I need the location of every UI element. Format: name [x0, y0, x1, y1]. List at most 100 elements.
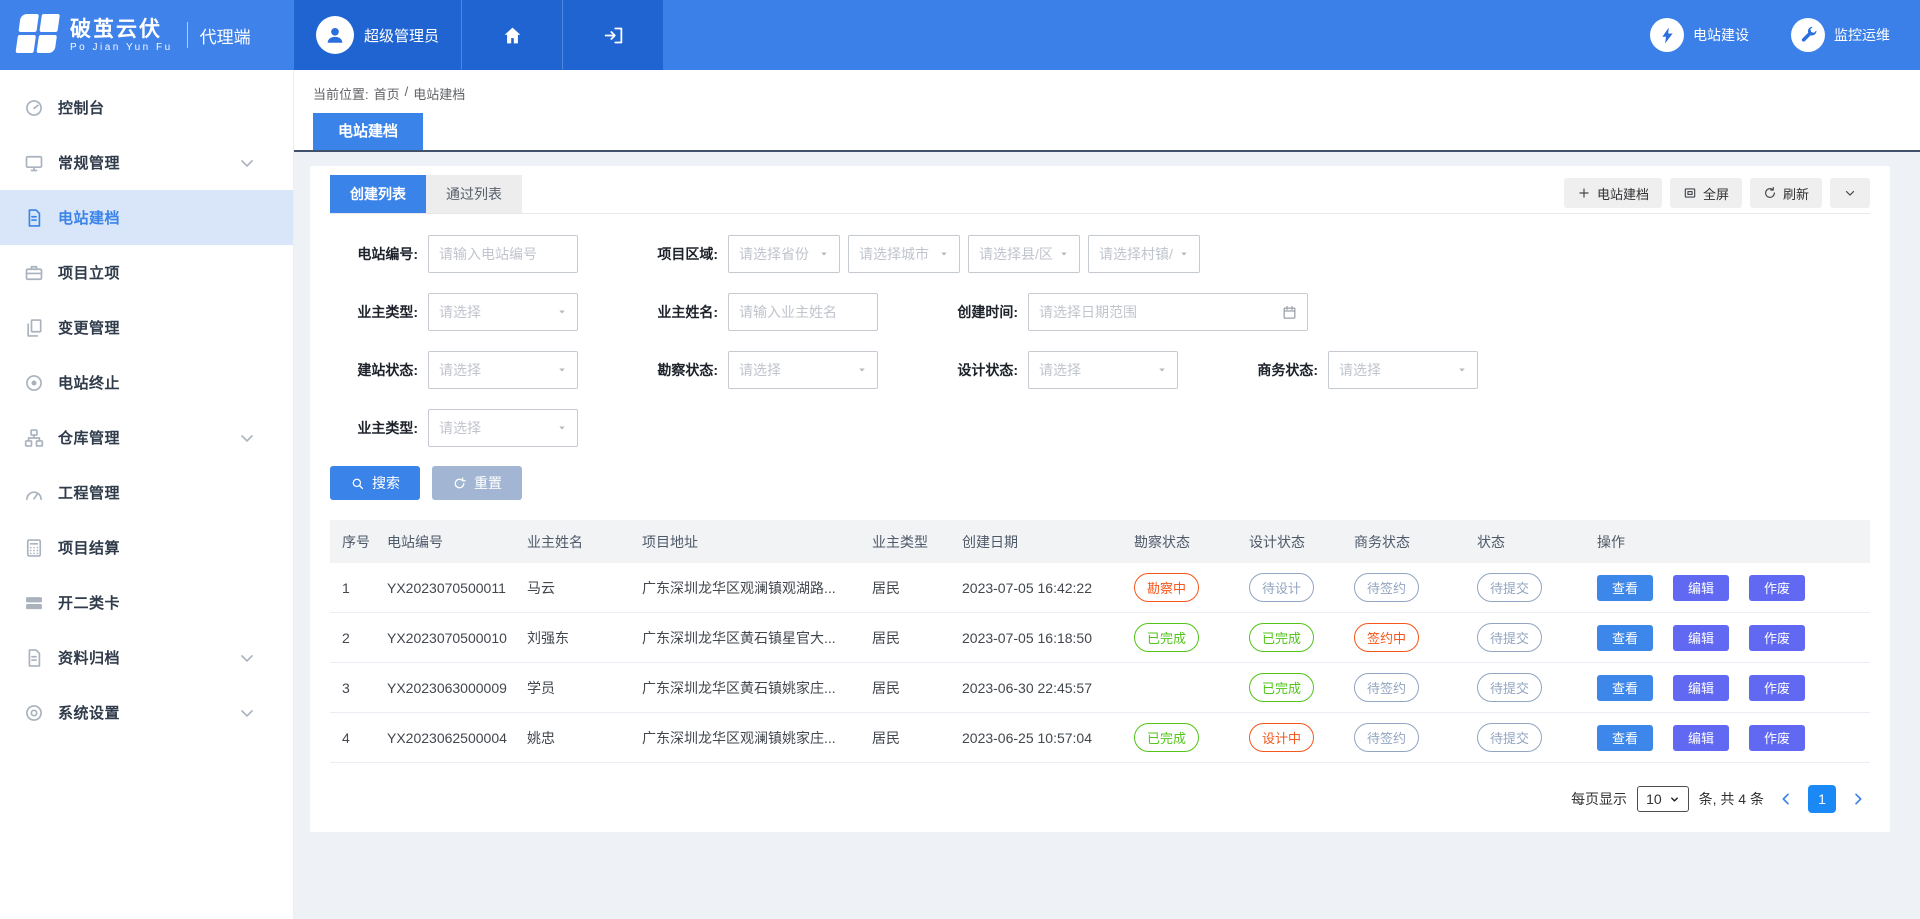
quick-link-monitor-ops[interactable]: 监控运维: [1791, 18, 1890, 52]
caret-down-icon: [1179, 249, 1189, 259]
edit-button[interactable]: 编辑: [1673, 625, 1729, 651]
caret-down-icon: [557, 307, 567, 317]
view-button[interactable]: 查看: [1597, 675, 1653, 701]
calendar-icon: [1282, 305, 1297, 320]
view-button[interactable]: 查看: [1597, 575, 1653, 601]
sidebar-item-settlement[interactable]: 项目结算: [0, 520, 293, 575]
business-status-pill: 待签约: [1354, 673, 1419, 702]
create-time-date-input[interactable]: 请选择日期范围: [1028, 293, 1308, 331]
sidebar-item-system-settings[interactable]: 系统设置: [0, 685, 293, 740]
reset-button[interactable]: 重置: [432, 466, 522, 500]
owner-name-cell: 刘强东: [515, 613, 630, 663]
table-header-row: 序号电站编号业主姓名项目地址业主类型创建日期勘察状态设计状态商务状态状态操作: [330, 520, 1870, 563]
survey-status-pill: 已完成: [1134, 623, 1199, 652]
created-date-cell: 2023-07-05 16:42:22: [950, 563, 1122, 613]
void-button[interactable]: 作废: [1749, 675, 1805, 701]
row-index-cell: 1: [330, 563, 375, 613]
view-button[interactable]: 查看: [1597, 625, 1653, 651]
survey-status-cell: [1122, 663, 1237, 713]
project-area-2-select[interactable]: 请选择县/区: [968, 235, 1080, 273]
sidebar-item-general[interactable]: 常规管理: [0, 135, 293, 190]
project-area-0-select[interactable]: 请选择省份: [728, 235, 840, 273]
design-status-pill: 设计中: [1249, 723, 1314, 752]
home-button[interactable]: [461, 0, 562, 70]
project-area-1-select[interactable]: 请选择城市: [848, 235, 960, 273]
station-no-input[interactable]: [428, 235, 578, 273]
breadcrumb-home-link[interactable]: 首页: [374, 84, 400, 103]
sidebar-item-station-file[interactable]: 电站建档: [0, 190, 293, 245]
more-button[interactable]: [1830, 178, 1870, 208]
design-status-cell: 待设计: [1237, 563, 1342, 613]
wrench-circle: [1791, 18, 1825, 52]
design-status-select[interactable]: 请选择: [1028, 351, 1178, 389]
breadcrumb: 当前位置: 首页 / 电站建档: [313, 84, 465, 103]
copy-icon: [24, 318, 44, 338]
gauge-icon: [24, 483, 44, 503]
actions-cell: 查看编辑作废: [1585, 713, 1870, 763]
sidebar-item-project-setup[interactable]: 项目立项: [0, 245, 293, 300]
filter-row: 电站编号: 项目区域:请选择省份请选择城市请选择县/区请选择村镇/街道: [330, 235, 1870, 273]
station-table: 序号电站编号业主姓名项目地址业主类型创建日期勘察状态设计状态商务状态状态操作 1…: [330, 520, 1870, 763]
column-header: 电站编号: [375, 520, 515, 563]
page-number[interactable]: 1: [1808, 785, 1836, 813]
brand-title: 破茧云伏: [70, 18, 173, 42]
add-station-button[interactable]: 电站建档: [1564, 178, 1662, 208]
filter-group-create-time: 创建时间:请选择日期范围: [930, 293, 1308, 331]
quick-link-station-build[interactable]: 电站建设: [1650, 18, 1749, 52]
sidebar-item-engineering[interactable]: 工程管理: [0, 465, 293, 520]
lightning-icon: [1658, 26, 1677, 45]
station-no-cell: YX2023070500010: [375, 613, 515, 663]
filter-group-project-area: 项目区域:请选择省份请选择城市请选择县/区请选择村镇/街道: [630, 235, 1200, 273]
caret-down-icon: [1157, 365, 1167, 375]
sidebar-item-label: 开二类卡: [58, 592, 120, 613]
page-tab[interactable]: 电站建档: [313, 113, 423, 150]
fullscreen-button[interactable]: 全屏: [1670, 178, 1742, 208]
project-area-3-select[interactable]: 请选择村镇/街道: [1088, 235, 1200, 273]
sidebar-item-label: 仓库管理: [58, 427, 120, 448]
sidebar-item-change-mgmt[interactable]: 变更管理: [0, 300, 293, 355]
sidebar-item-data-archive[interactable]: 资料归档: [0, 630, 293, 685]
design-status-cell: 已完成: [1237, 613, 1342, 663]
owner-name-input[interactable]: [728, 293, 878, 331]
void-button[interactable]: 作废: [1749, 625, 1805, 651]
logout-icon: [603, 25, 624, 46]
filter-group-station-no: 电站编号:: [330, 235, 578, 273]
owner-type-2-select[interactable]: 请选择: [428, 409, 578, 447]
sidebar-item-station-stop[interactable]: 电站终止: [0, 355, 293, 410]
sidebar-item-label: 资料归档: [58, 647, 120, 668]
search-button-label: 搜索: [372, 473, 400, 493]
station-no-cell: YX2023062500004: [375, 713, 515, 763]
logout-button[interactable]: [562, 0, 663, 70]
prev-page-button[interactable]: [1774, 791, 1798, 807]
void-button[interactable]: 作废: [1749, 575, 1805, 601]
row-index-cell: 3: [330, 663, 375, 713]
tab-passed-list[interactable]: 通过列表: [426, 175, 522, 213]
sidebar-item-warehouse[interactable]: 仓库管理: [0, 410, 293, 465]
sidebar-item-class2-card[interactable]: 开二类卡: [0, 575, 293, 630]
document-icon: [24, 208, 44, 228]
next-page-button[interactable]: [1846, 791, 1870, 807]
calculator-icon: [24, 538, 44, 558]
filter-group-owner-type: 业主类型:请选择: [330, 293, 578, 331]
sidebar-item-console[interactable]: 控制台: [0, 80, 293, 135]
survey-status-select[interactable]: 请选择: [728, 351, 878, 389]
edit-button[interactable]: 编辑: [1673, 575, 1729, 601]
owner-type-select[interactable]: 请选择: [428, 293, 578, 331]
search-button[interactable]: 搜索: [330, 466, 420, 500]
user-menu[interactable]: 超级管理员: [294, 0, 461, 70]
build-status-select[interactable]: 请选择: [428, 351, 578, 389]
survey-status-cell: 已完成: [1122, 613, 1237, 663]
person-icon: [324, 24, 346, 46]
business-status-select[interactable]: 请选择: [1328, 351, 1478, 389]
total-count-label: 条, 共 4 条: [1699, 789, 1764, 809]
edit-button[interactable]: 编辑: [1673, 675, 1729, 701]
void-button[interactable]: 作废: [1749, 725, 1805, 751]
edit-button[interactable]: 编辑: [1673, 725, 1729, 751]
breadcrumb-current: 电站建档: [413, 84, 465, 103]
per-page-select[interactable]: 10: [1637, 786, 1689, 812]
project-address-cell: 广东深圳龙华区黄石镇姚家庄...: [630, 663, 860, 713]
view-button[interactable]: 查看: [1597, 725, 1653, 751]
refresh-button[interactable]: 刷新: [1750, 178, 1822, 208]
table-row: 2YX2023070500010刘强东广东深圳龙华区黄石镇星官大...居民202…: [330, 613, 1870, 663]
tab-create-list[interactable]: 创建列表: [330, 175, 426, 213]
